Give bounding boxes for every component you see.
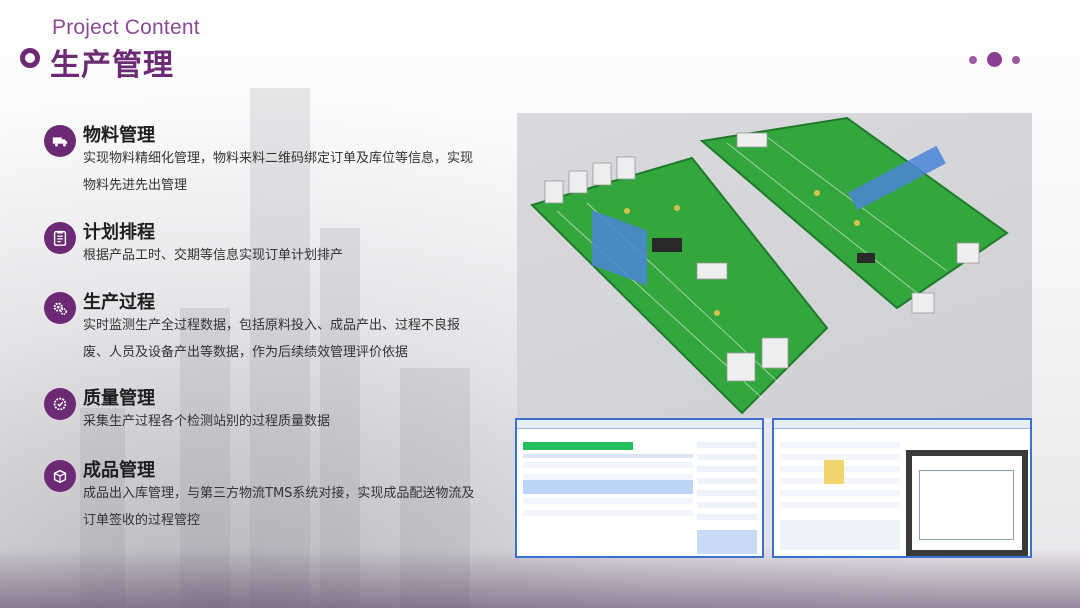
mes-screenshot-right <box>772 418 1032 558</box>
section-title: 成品管理 <box>83 460 155 481</box>
clipboard-list-icon <box>44 222 76 254</box>
page-title: 生产管理 <box>50 48 174 83</box>
mes-screenshot-left <box>515 418 764 558</box>
section-description: 采集生产过程各个检测站别的过程质量数据 <box>83 414 331 429</box>
section-title: 质量管理 <box>83 388 155 409</box>
decorative-dots <box>969 52 1020 67</box>
section-description: 根据产品工时、交期等信息实现订单计划排产 <box>83 248 344 263</box>
factory-layout-image <box>517 113 1032 418</box>
gears-icon <box>44 292 76 324</box>
header-bullet-icon <box>20 48 40 68</box>
quality-badge-icon <box>44 388 76 420</box>
header-subtitle: Project Content <box>52 16 200 39</box>
package-icon <box>44 460 76 492</box>
section-title: 物料管理 <box>83 125 155 146</box>
truck-icon <box>44 125 76 157</box>
section-description: 实现物料精细化管理，物料来料二维码绑定订单及库位等信息，实现物料先进先出管理 <box>83 151 474 193</box>
section-description: 成品出入库管理，与第三方物流TMS系统对接，实现成品配送物流及订单签收的过程管控 <box>83 486 475 528</box>
section-description: 实时监测生产全过程数据，包括原料投入、成品产出、过程不良报废、人员及设备产出等数… <box>83 318 461 360</box>
section-title: 计划排程 <box>83 222 155 243</box>
section-title: 生产过程 <box>83 292 155 313</box>
